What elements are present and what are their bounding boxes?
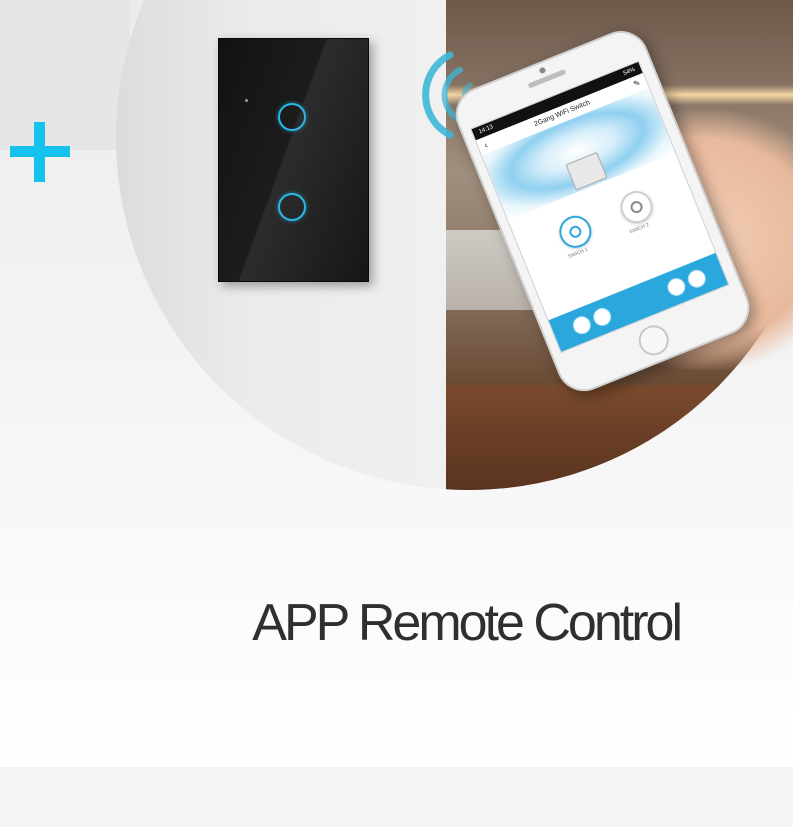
app-power-button-1 — [554, 210, 597, 253]
plus-icon-vertical — [34, 122, 45, 182]
app-button-1-label: SWICH 1 — [567, 246, 589, 261]
headline-text: APP Remote Control — [252, 594, 683, 652]
power-icon — [628, 199, 645, 215]
bottom-bar-button — [590, 305, 614, 329]
indicator-dot — [245, 99, 248, 102]
wall-switch-panel — [218, 38, 369, 282]
headline: APP Remote Control — [0, 588, 793, 658]
touch-button-2 — [278, 193, 306, 221]
bottom-bar-button — [664, 275, 689, 299]
touch-button-1 — [278, 103, 306, 131]
app-button-2-label: SWICH 2 — [628, 221, 651, 236]
back-arrow-icon: ‹ — [482, 139, 490, 151]
power-icon — [567, 224, 584, 240]
bottom-bar-button — [685, 267, 709, 291]
bottom-bar-button — [570, 313, 594, 337]
footer-band — [0, 767, 793, 827]
plus-icon — [10, 122, 70, 182]
app-power-button-2 — [615, 186, 658, 228]
wood-floor — [446, 385, 793, 490]
switch-illustration — [565, 151, 608, 191]
